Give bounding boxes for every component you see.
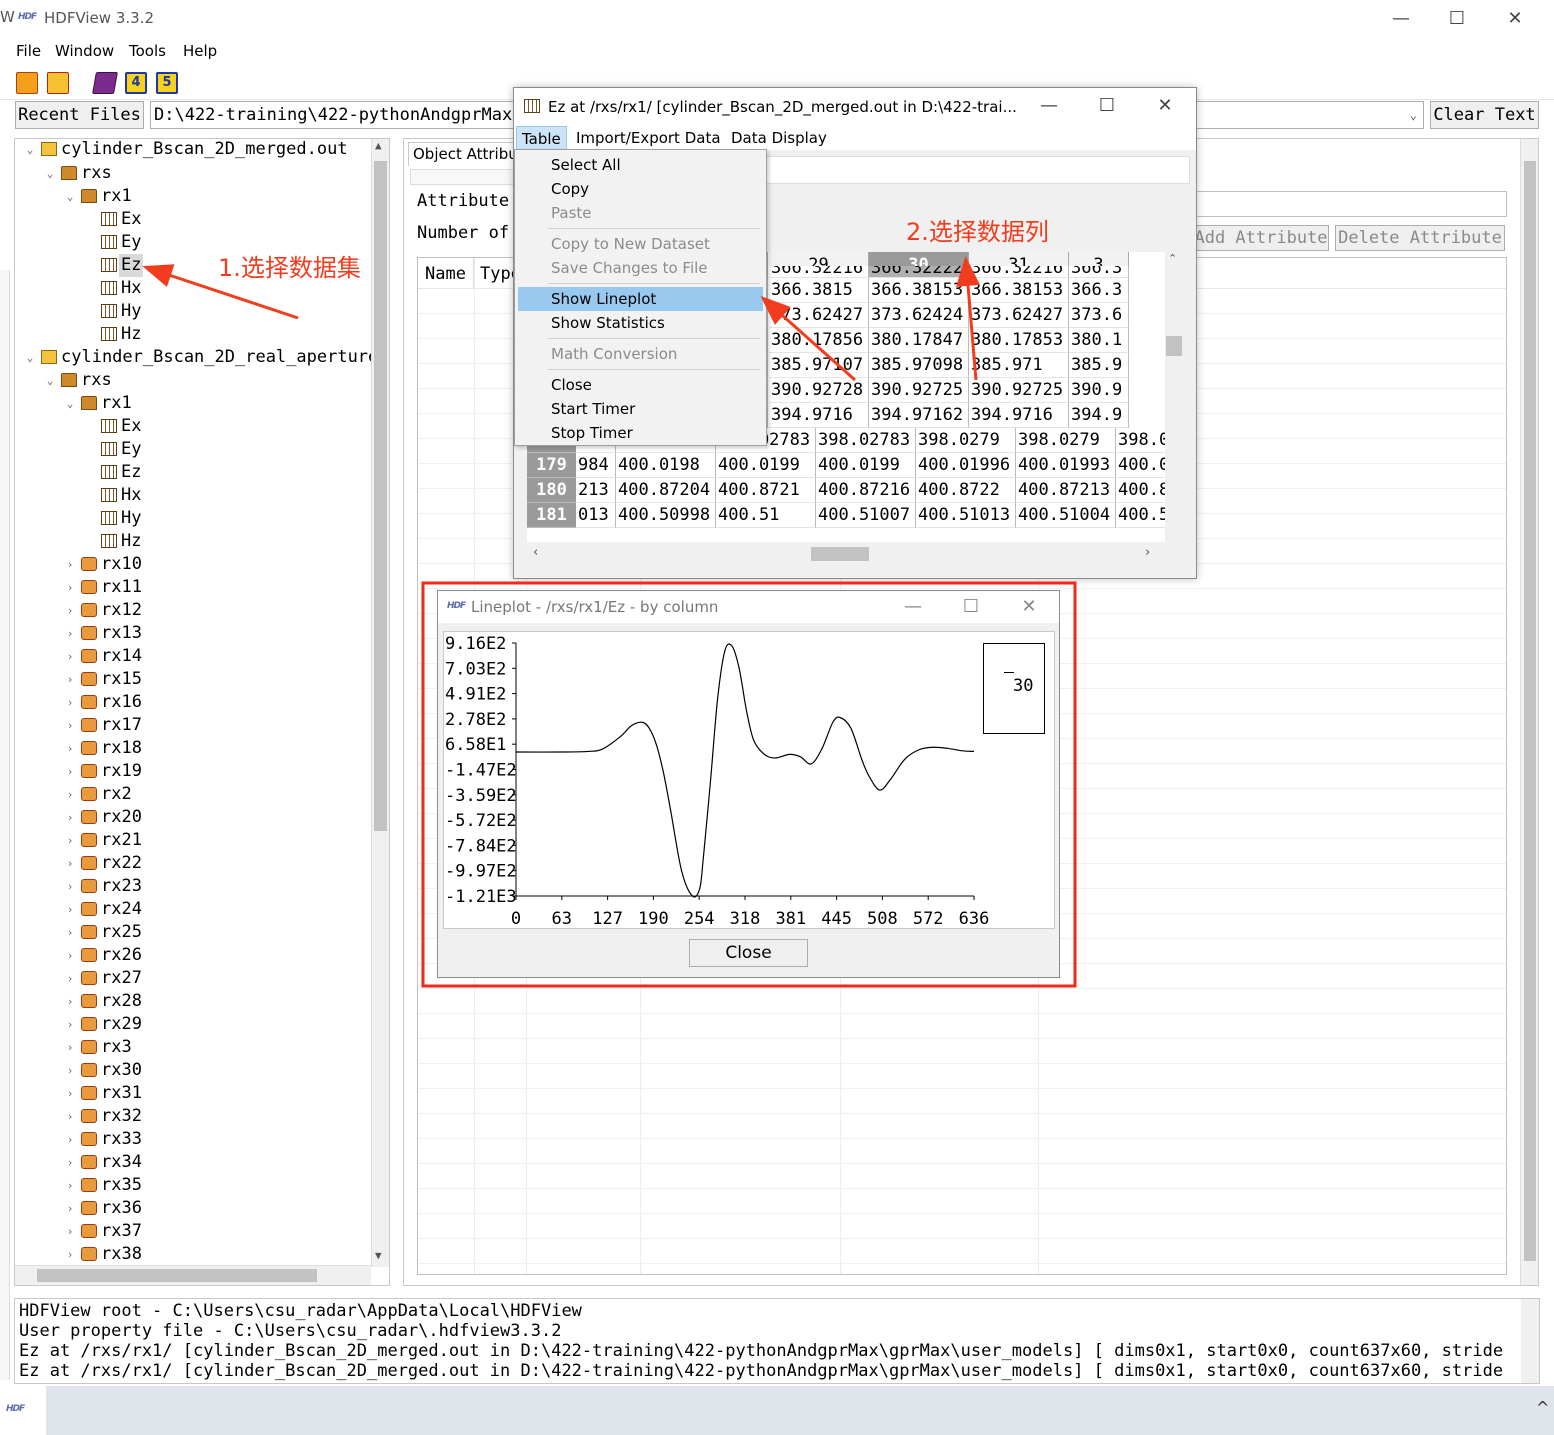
x-tick-label: 63	[552, 909, 572, 929]
lineplot-maximize-button[interactable]: ☐	[948, 592, 994, 622]
plot-legend: 30	[983, 643, 1045, 734]
x-tick-label: 318	[730, 909, 761, 929]
taskbar: HDF ^	[0, 1386, 1554, 1435]
tray-chevron-up-icon[interactable]: ^	[1536, 1398, 1549, 1417]
legend-line-swatch	[1004, 672, 1014, 673]
series-line-30	[515, 643, 975, 898]
lineplot-titlebar: HDF Lineplot - /rxs/rx1/Ez - by column —…	[438, 591, 1059, 623]
x-tick-label: 190	[638, 909, 669, 929]
x-tick-label: 445	[821, 909, 852, 929]
lineplot-title: Lineplot - /rxs/rx1/Ez - by column	[471, 598, 719, 616]
lineplot-minimize-button[interactable]: —	[890, 592, 936, 622]
y-tick-label: -9.97E2	[445, 862, 517, 882]
y-tick-label: -7.84E2	[445, 836, 517, 856]
x-tick-label: 127	[592, 909, 623, 929]
y-tick-label: 4.91E2	[445, 685, 506, 705]
status-line: Ez at /rxs/rx1/ [cylinder_Bscan_2D_merge…	[19, 1341, 1504, 1361]
x-tick-label: 636	[959, 909, 990, 929]
y-tick-label: 9.16E2	[445, 634, 506, 654]
lineplot-close-button[interactable]: Close	[689, 939, 808, 967]
arrow-to-column-30	[956, 256, 980, 381]
taskbar-app-button[interactable]: HDF	[0, 1386, 46, 1435]
y-tick-label: 6.58E1	[445, 735, 506, 755]
status-line: User property file - C:\Users\csu_radar\…	[19, 1321, 562, 1341]
x-tick-label: 508	[867, 909, 898, 929]
y-tick-label: -5.72E2	[445, 811, 517, 831]
x-tick-label: 254	[684, 909, 715, 929]
lineplot-window: HDF Lineplot - /rxs/rx1/Ez - by column —…	[437, 590, 1060, 978]
x-tick-label: 572	[913, 909, 944, 929]
status-scrollbar[interactable]	[1521, 1299, 1539, 1383]
y-tick-label: 2.78E2	[445, 710, 506, 730]
plot-axes	[515, 643, 974, 897]
y-tick-label: -1.47E2	[445, 761, 517, 781]
hdf-logo-icon: HDF	[6, 1404, 25, 1414]
status-line: HDFView root - C:\Users\csu_radar\AppDat…	[19, 1301, 582, 1321]
x-tick-label: 381	[775, 909, 806, 929]
arrow-to-ez	[142, 264, 299, 320]
status-log: HDFView root - C:\Users\csu_radar\AppDat…	[14, 1298, 1540, 1384]
lineplot-close-x-button[interactable]: ✕	[1006, 592, 1052, 622]
arrow-to-show-lineplot	[760, 296, 856, 382]
hdf-logo-icon: HDF	[447, 601, 466, 611]
y-tick-label: -1.21E3	[445, 887, 517, 907]
y-tick-label: -3.59E2	[445, 786, 517, 806]
y-tick-label: 7.03E2	[445, 659, 506, 679]
lineplot-chart: 9.16E2 7.03E2 4.91E2 2.78E2 6.58E1 -1.47E2 -3.…	[445, 634, 990, 929]
x-tick-label: 0	[511, 909, 521, 929]
status-line: Ez at /rxs/rx1/ [cylinder_Bscan_2D_merge…	[19, 1361, 1504, 1381]
legend-label: 30	[1013, 676, 1034, 696]
lineplot-canvas: 9.16E2 7.03E2 4.91E2 2.78E2 6.58E1 -1.47E2 -3.…	[443, 631, 1055, 929]
